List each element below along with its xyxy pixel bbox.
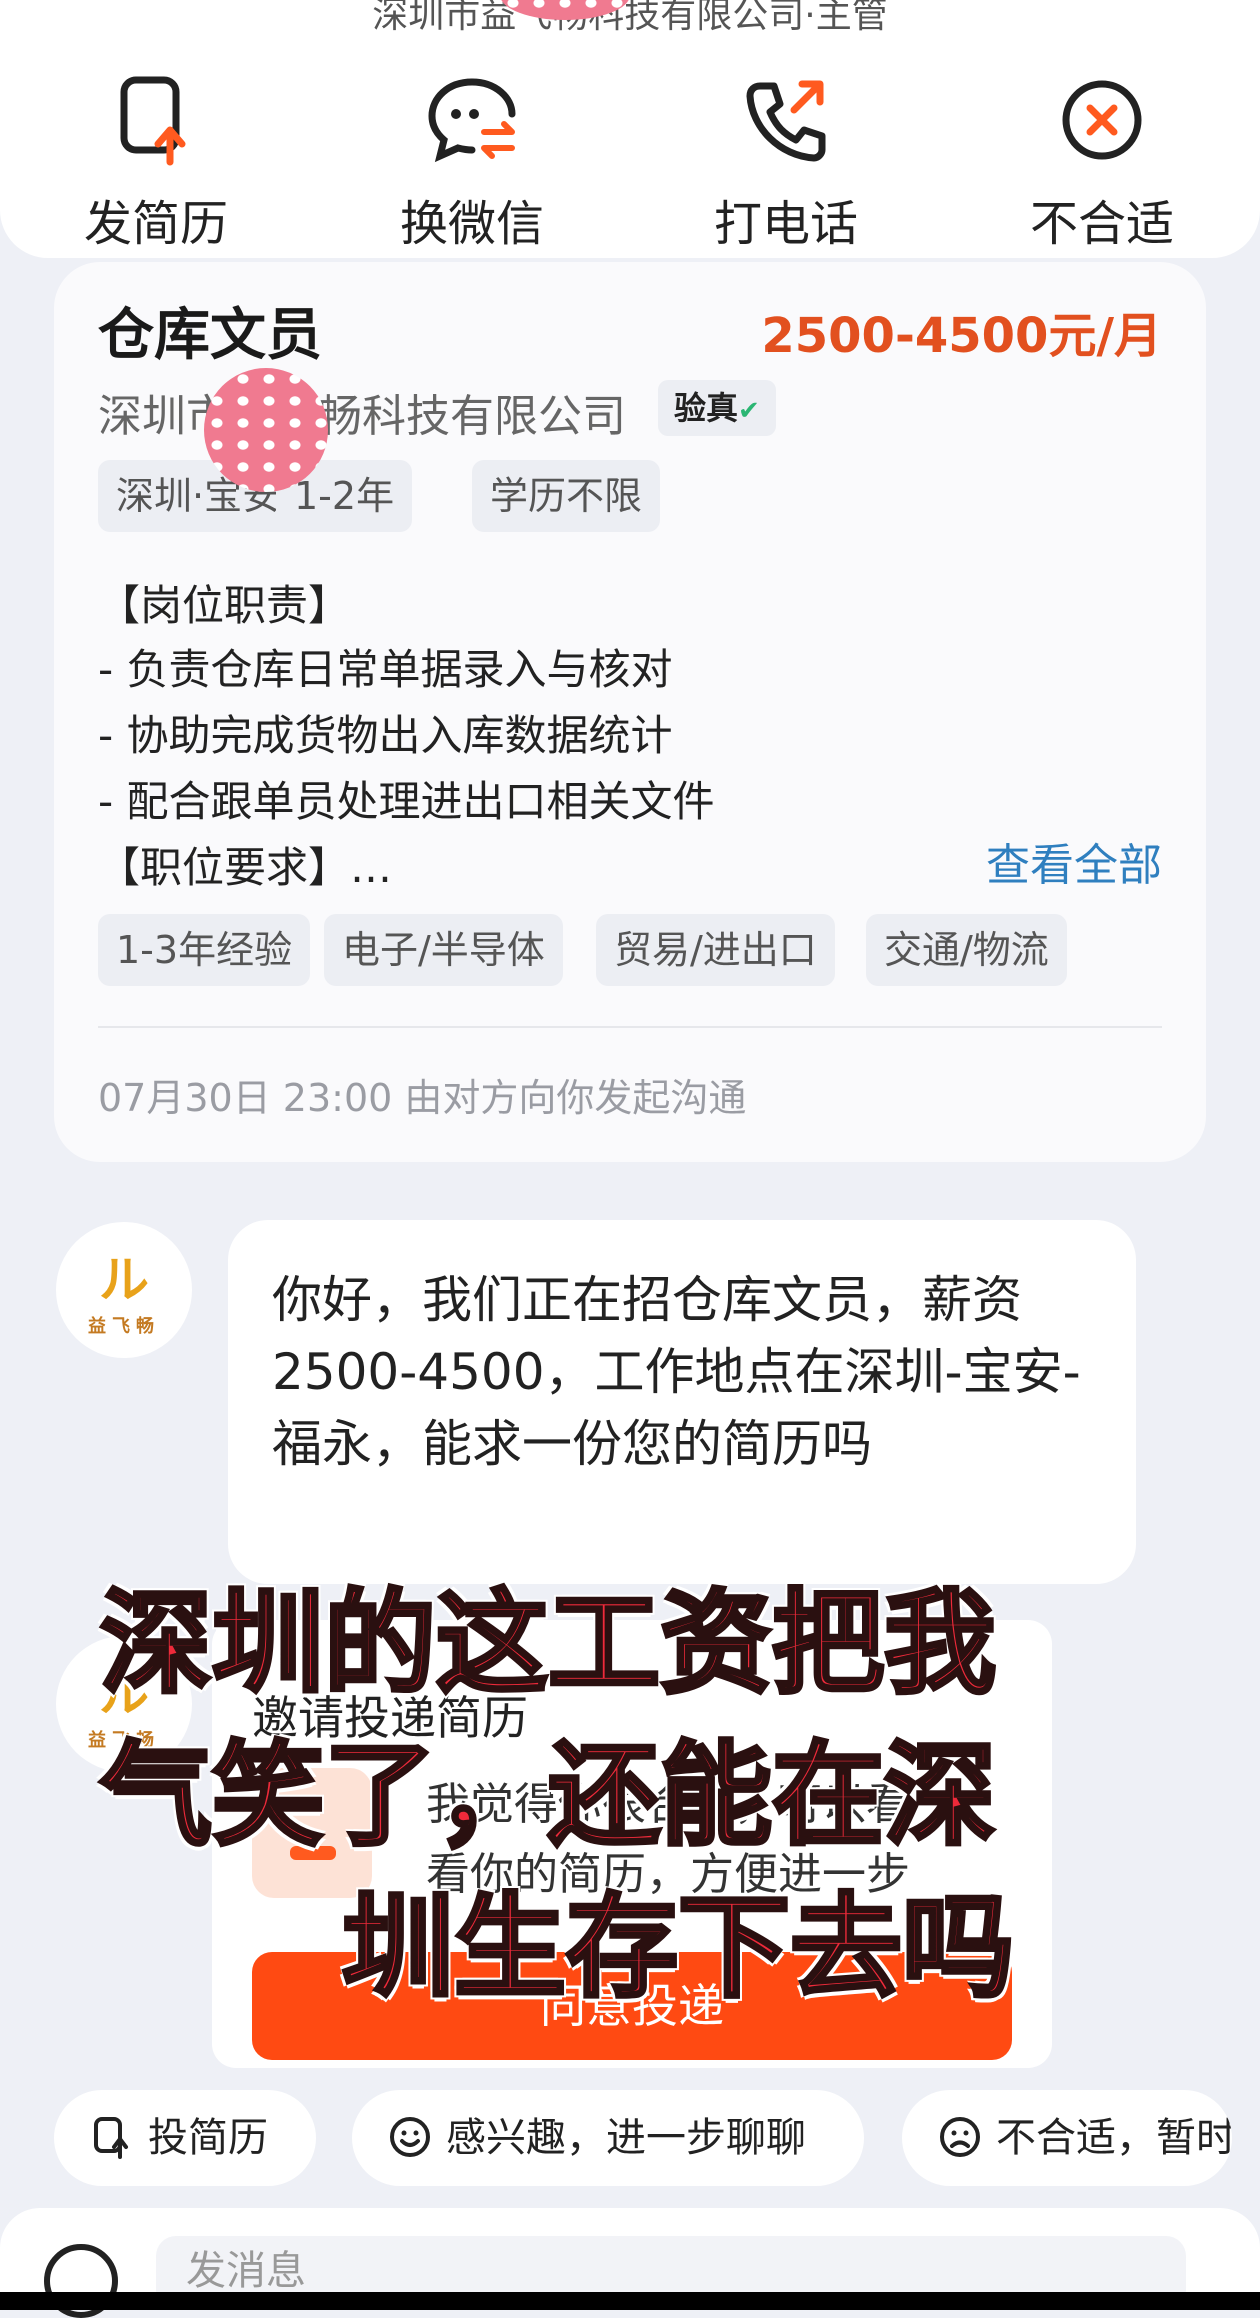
check-icon: ✔: [738, 396, 760, 426]
swap-wechat-label: 换微信: [399, 196, 544, 252]
divider: [98, 1026, 1162, 1028]
send-resume-button[interactable]: 发简历: [36, 70, 276, 254]
message-bubble[interactable]: 你好，我们正在招仓库文员，薪资2500-4500，工作地点在深圳-宝安-福永，能…: [228, 1220, 1136, 1584]
caption-line: 深圳的这工资把我: [98, 1577, 998, 1711]
job-salary: 2500-4500元/月: [761, 308, 1162, 364]
quick-reply-label: 感兴趣，进一步聊聊: [446, 2115, 806, 2161]
message-text: 你好，我们正在招仓库文员，薪资2500-4500，工作地点在深圳-宝安-福永，能…: [272, 1271, 1081, 1473]
industry-tag: 交通/物流: [866, 914, 1067, 986]
phone-call-button[interactable]: 打电话: [666, 70, 906, 254]
duty-item: - 配合跟单员处理进出口相关文件: [98, 777, 715, 826]
resume-icon: [94, 2117, 128, 2159]
duty-header: 【岗位职责】: [98, 581, 351, 630]
avatar-brand: 益飞畅: [88, 1316, 160, 1337]
view-all-link[interactable]: 查看全部: [986, 829, 1162, 893]
not-suitable-label: 不合适: [1029, 196, 1174, 252]
education-tag: 学历不限: [472, 460, 661, 532]
caption-line: 圳生存下去吗: [340, 1881, 1016, 2015]
phone-call-icon: [736, 70, 836, 170]
send-resume-label: 发简历: [83, 196, 228, 252]
job-card[interactable]: 仓库文员 2500-4500元/月 深圳市益飞畅科技有限公司 验真✔ 深圳·宝安…: [54, 262, 1206, 1162]
smile-icon: [390, 2117, 430, 2157]
duty-item: - 负责仓库日常单据录入与核对: [98, 645, 673, 694]
action-panel: 深圳市益飞畅科技有限公司·主管 发简历 换微信 打电话 不合适: [0, 0, 1260, 258]
quick-reply-label: 投简历: [148, 2115, 268, 2161]
system-nav-bar: [0, 2292, 1260, 2310]
caption-line: 气笑了，还能在深: [98, 1729, 998, 1863]
job-title: 仓库文员: [98, 303, 322, 368]
chat-start-time: 07月30日 23:00 由对方向你发起沟通: [98, 1076, 747, 1120]
close-circle-icon: [1052, 70, 1152, 170]
sad-icon: [940, 2117, 980, 2157]
requirement-header: 【职位要求】…: [98, 843, 393, 892]
overlay-caption: 深圳的这工资把我 气笑了，还能在深 圳生存下去吗: [98, 1568, 1100, 2024]
phone-call-label: 打电话: [713, 196, 858, 252]
industry-tag: 电子/半导体: [324, 914, 563, 986]
quick-reply-label: 不合适，暂时不考虑: [996, 2115, 1232, 2161]
industry-tag: 贸易/进出口: [596, 914, 835, 986]
verified-label: 验真: [674, 389, 739, 427]
recruiter-avatar[interactable]: ル 益飞畅: [56, 1222, 192, 1358]
resume-upload-icon: [106, 70, 206, 170]
swap-wechat-button[interactable]: 换微信: [352, 70, 592, 254]
company-role-text: 深圳市益飞畅科技有限公司·主管: [372, 0, 888, 36]
industry-tag: 1-3年经验: [98, 914, 311, 986]
not-suitable-button[interactable]: 不合适: [982, 70, 1222, 254]
quick-reply-resume[interactable]: 投简历: [54, 2090, 316, 2186]
company-name: 深圳市益飞畅科技有限公司: [98, 391, 626, 442]
duty-item: - 协助完成货物出入库数据统计: [98, 711, 673, 760]
company-logo-icon: ル: [99, 1251, 149, 1309]
privacy-blur: [204, 368, 328, 492]
quick-reply-interested[interactable]: 感兴趣，进一步聊聊: [352, 2090, 864, 2186]
quick-reply-not-suitable[interactable]: 不合适，暂时不考虑: [902, 2090, 1232, 2186]
wechat-swap-icon: [422, 70, 522, 170]
verified-badge: 验真✔: [658, 380, 776, 436]
